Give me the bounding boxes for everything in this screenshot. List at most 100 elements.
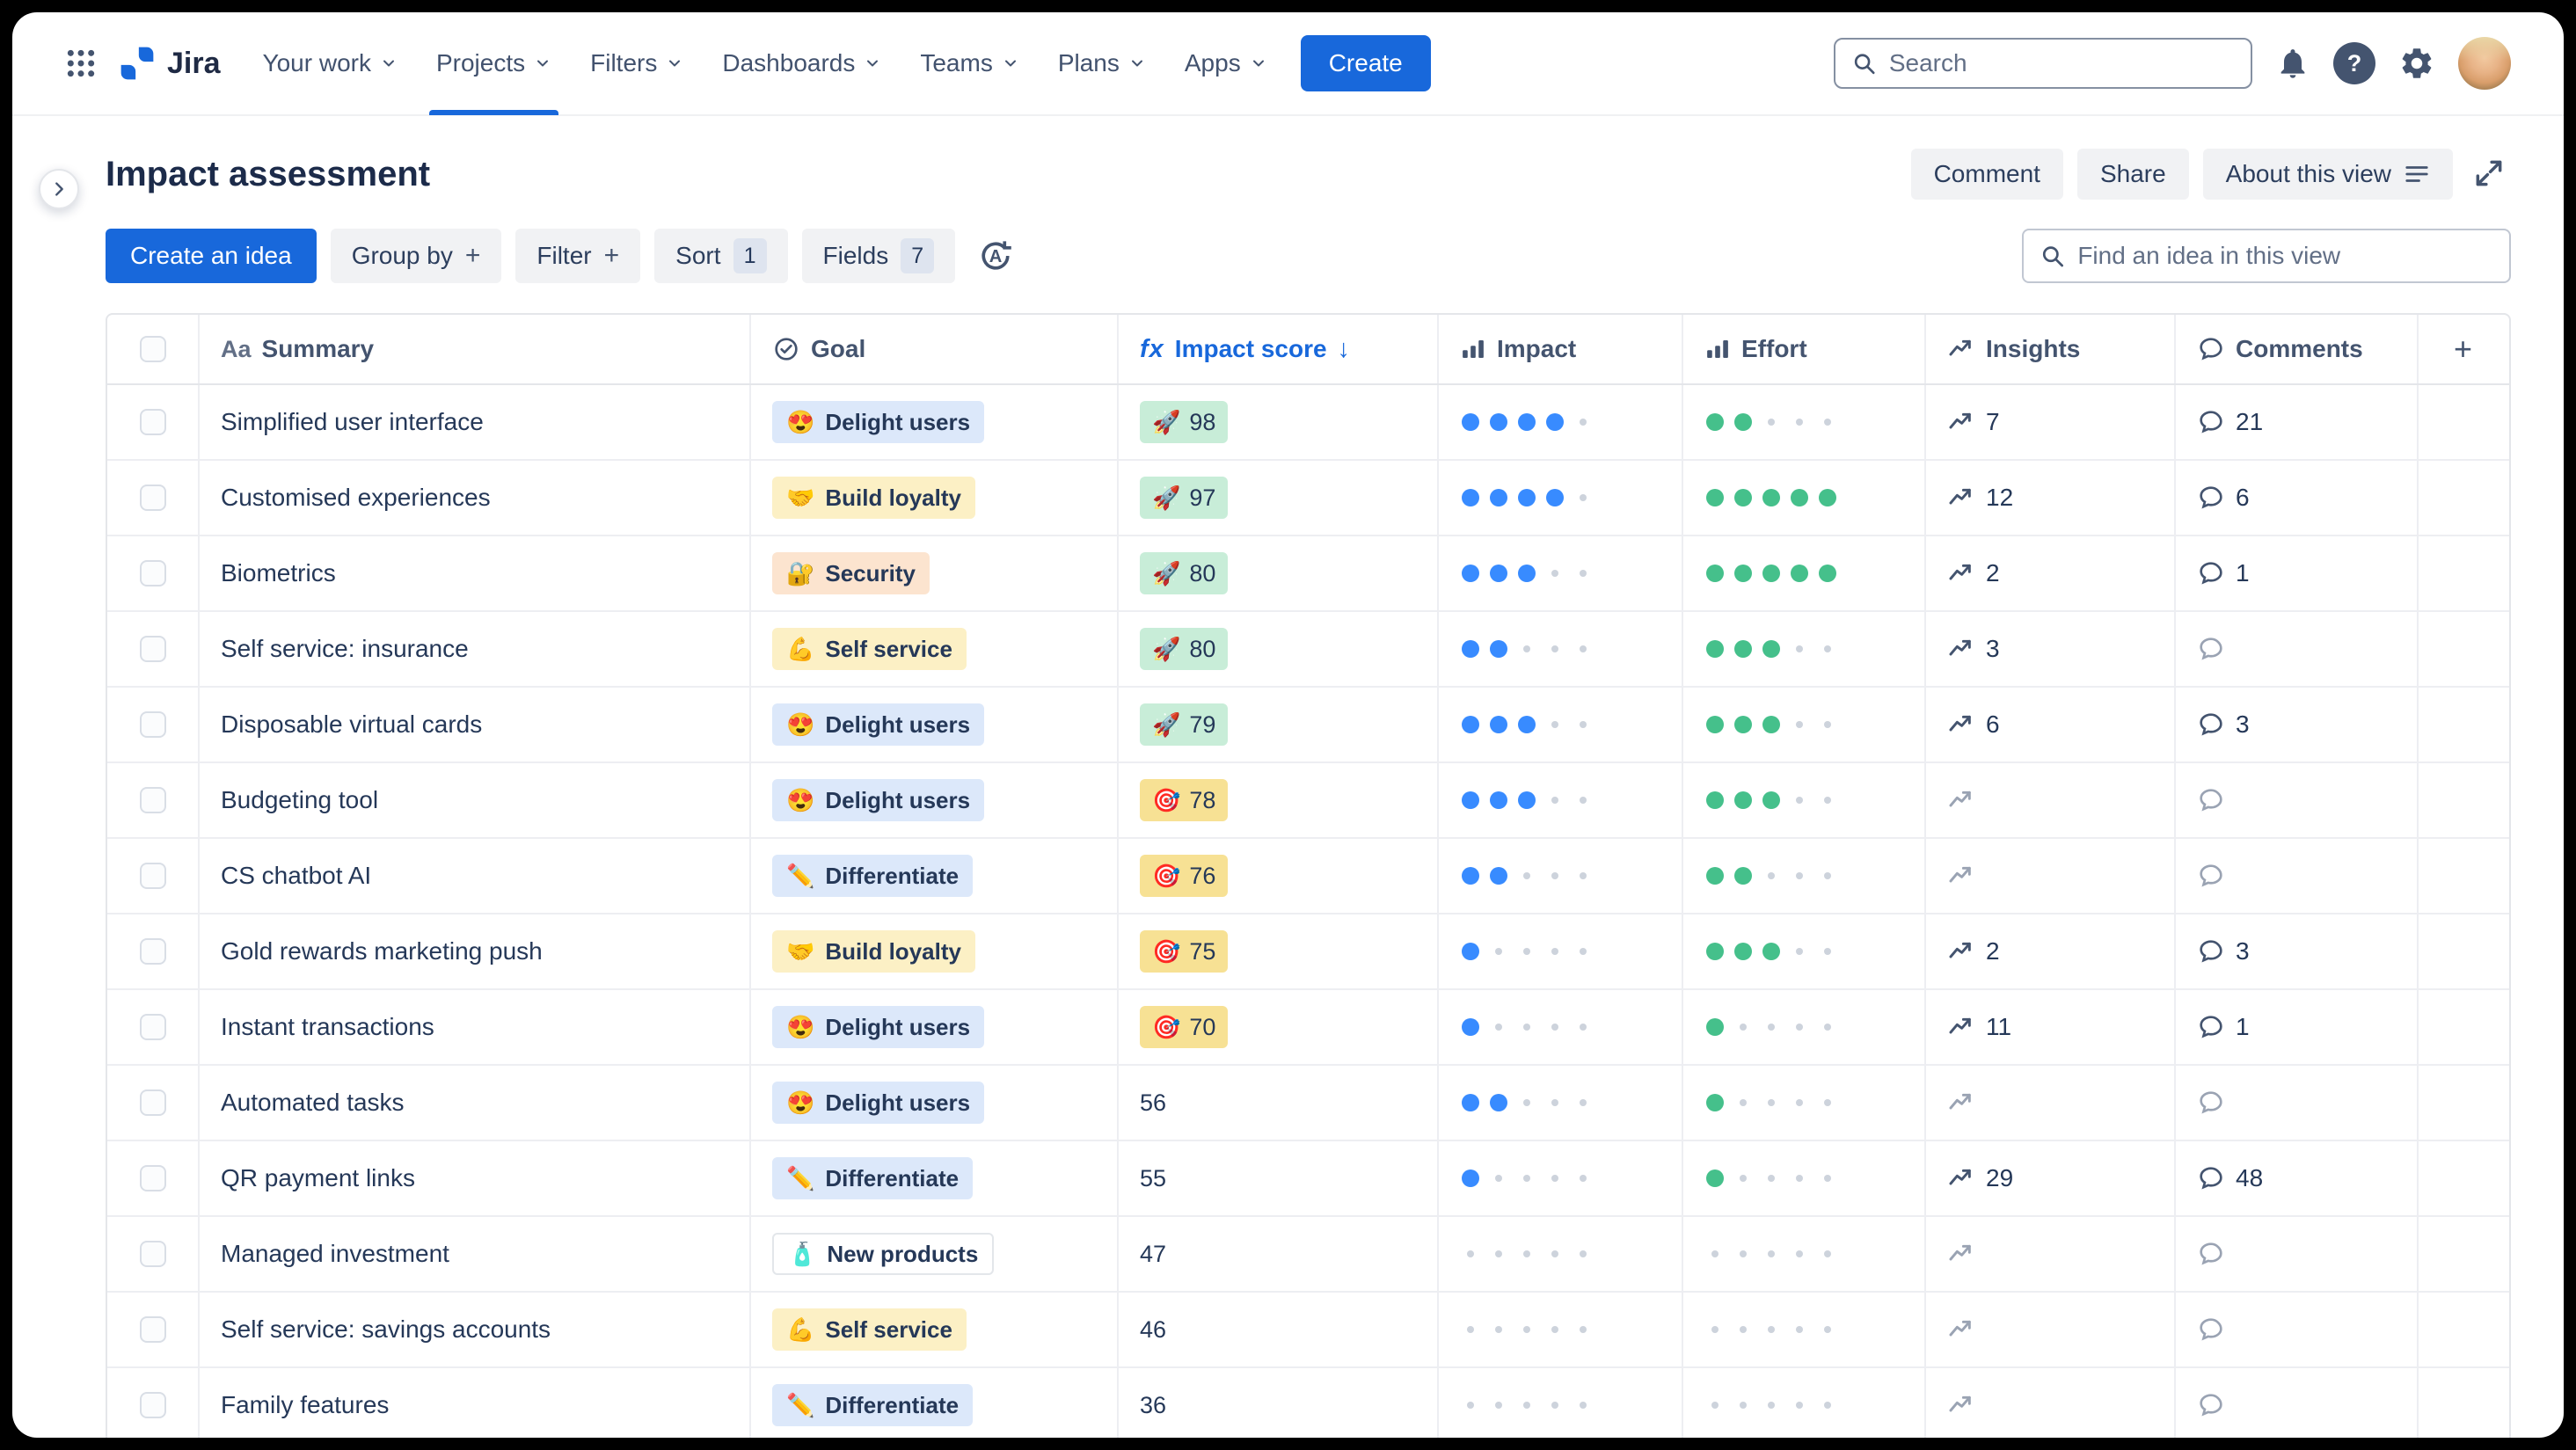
row-checkbox[interactable] <box>139 1392 166 1418</box>
rating-dot-empty[interactable] <box>1789 638 1810 659</box>
table-row[interactable]: Budgeting tool 😍 Delight users 🎯 78 <box>107 763 2509 839</box>
nav-item-plans[interactable]: Plans <box>1039 12 1165 115</box>
rating-dot-filled[interactable] <box>1789 563 1810 584</box>
goal-cell[interactable]: 😍 Delight users <box>751 688 1119 761</box>
rating-dot-empty[interactable] <box>1488 1319 1509 1340</box>
rating-dot-empty[interactable] <box>1817 412 1838 433</box>
summary-cell[interactable]: Automated tasks <box>200 1066 751 1140</box>
goal-cell[interactable]: 😍 Delight users <box>751 990 1119 1064</box>
global-search-input[interactable] <box>1888 49 2235 77</box>
insights-cell[interactable] <box>1926 1066 2176 1140</box>
rating-dot-empty[interactable] <box>1789 790 1810 811</box>
nav-item-apps[interactable]: Apps <box>1165 12 1287 115</box>
goal-cell[interactable]: ✏️ Differentiate <box>751 839 1119 913</box>
sidebar-expand-button[interactable] <box>39 169 79 209</box>
impact-score-cell[interactable]: 36 <box>1119 1368 1439 1438</box>
goal-cell[interactable]: 🧴 New products <box>751 1217 1119 1291</box>
table-row[interactable]: CS chatbot AI ✏️ Differentiate 🎯 76 <box>107 839 2509 914</box>
rating-dot-filled[interactable] <box>1733 714 1754 735</box>
comments-cell[interactable]: 6 <box>2176 461 2419 535</box>
row-checkbox[interactable] <box>139 560 166 587</box>
rating-dot-empty[interactable] <box>1761 1168 1782 1189</box>
comments-cell[interactable]: 1 <box>2176 990 2419 1064</box>
nav-item-teams[interactable]: Teams <box>901 12 1038 115</box>
rating-dot-empty[interactable] <box>1516 1168 1537 1189</box>
rating-dot-empty[interactable] <box>1573 563 1594 584</box>
impact-score-cell[interactable]: 🚀 79 <box>1119 688 1439 761</box>
rating-dot-empty[interactable] <box>1544 790 1565 811</box>
rating-dot-filled[interactable] <box>1516 412 1537 433</box>
rating-dot-empty[interactable] <box>1544 638 1565 659</box>
table-row[interactable]: Simplified user interface 😍 Delight user… <box>107 385 2509 461</box>
comments-cell[interactable]: 1 <box>2176 536 2419 610</box>
rating-dot-filled[interactable] <box>1817 487 1838 508</box>
goal-cell[interactable]: 😍 Delight users <box>751 1066 1119 1140</box>
rating-dot-filled[interactable] <box>1704 714 1726 735</box>
rating-dot-filled[interactable] <box>1460 1168 1481 1189</box>
goal-cell[interactable]: 🔐 Security <box>751 536 1119 610</box>
insights-cell[interactable] <box>1926 763 2176 837</box>
rating-dot-filled[interactable] <box>1733 638 1754 659</box>
effort-rating[interactable] <box>1683 385 1926 459</box>
rating-dot-filled[interactable] <box>1460 1092 1481 1113</box>
rating-dot-filled[interactable] <box>1704 638 1726 659</box>
row-checkbox[interactable] <box>139 485 166 511</box>
comments-cell[interactable] <box>2176 1293 2419 1366</box>
rating-dot-empty[interactable] <box>1817 638 1838 659</box>
rating-dot-filled[interactable] <box>1704 790 1726 811</box>
create-button[interactable]: Create <box>1300 35 1431 91</box>
table-row[interactable]: Biometrics 🔐 Security 🚀 80 2 1 <box>107 536 2509 612</box>
impact-score-cell[interactable]: 🎯 75 <box>1119 914 1439 988</box>
summary-cell[interactable]: QR payment links <box>200 1141 751 1215</box>
rating-dot-empty[interactable] <box>1488 1395 1509 1416</box>
effort-rating[interactable] <box>1683 763 1926 837</box>
goal-cell[interactable]: ✏️ Differentiate <box>751 1141 1119 1215</box>
rating-dot-empty[interactable] <box>1789 1016 1810 1038</box>
rating-dot-empty[interactable] <box>1789 714 1810 735</box>
rating-dot-filled[interactable] <box>1460 941 1481 962</box>
column-insights[interactable]: Insights <box>1926 315 2176 383</box>
comments-cell[interactable] <box>2176 763 2419 837</box>
rating-dot-filled[interactable] <box>1460 714 1481 735</box>
table-row[interactable]: Self service: savings accounts 💪 Self se… <box>107 1293 2509 1368</box>
effort-rating[interactable] <box>1683 1293 1926 1366</box>
rating-dot-empty[interactable] <box>1733 1168 1754 1189</box>
rating-dot-empty[interactable] <box>1817 865 1838 886</box>
rating-dot-empty[interactable] <box>1789 865 1810 886</box>
summary-cell[interactable]: Family features <box>200 1368 751 1438</box>
comments-cell[interactable]: 21 <box>2176 385 2419 459</box>
rating-dot-empty[interactable] <box>1516 865 1537 886</box>
impact-rating[interactable] <box>1439 1368 1683 1438</box>
settings-gear-icon[interactable] <box>2398 45 2435 82</box>
insights-cell[interactable]: 7 <box>1926 385 2176 459</box>
row-checkbox[interactable] <box>139 863 166 889</box>
rating-dot-empty[interactable] <box>1761 1016 1782 1038</box>
rating-dot-empty[interactable] <box>1789 1243 1810 1264</box>
rating-dot-empty[interactable] <box>1817 1092 1838 1113</box>
rating-dot-filled[interactable] <box>1460 563 1481 584</box>
rating-dot-empty[interactable] <box>1761 865 1782 886</box>
rating-dot-filled[interactable] <box>1733 563 1754 584</box>
insights-cell[interactable]: 2 <box>1926 914 2176 988</box>
rating-dot-filled[interactable] <box>1704 865 1726 886</box>
table-row[interactable]: QR payment links ✏️ Differentiate 55 29 <box>107 1141 2509 1217</box>
rating-dot-filled[interactable] <box>1460 865 1481 886</box>
find-idea-search[interactable] <box>2022 229 2511 283</box>
row-checkbox[interactable] <box>139 787 166 813</box>
goal-cell[interactable]: 💪 Self service <box>751 1293 1119 1366</box>
row-checkbox[interactable] <box>139 1241 166 1267</box>
rating-dot-filled[interactable] <box>1488 865 1509 886</box>
column-summary[interactable]: Aa Summary <box>200 315 751 383</box>
rating-dot-empty[interactable] <box>1733 1395 1754 1416</box>
rating-dot-filled[interactable] <box>1761 941 1782 962</box>
effort-rating[interactable] <box>1683 1217 1926 1291</box>
insights-cell[interactable] <box>1926 1217 2176 1291</box>
rating-dot-filled[interactable] <box>1488 487 1509 508</box>
insights-cell[interactable]: 6 <box>1926 688 2176 761</box>
rating-dot-empty[interactable] <box>1704 1319 1726 1340</box>
goal-cell[interactable]: 😍 Delight users <box>751 385 1119 459</box>
rating-dot-filled[interactable] <box>1516 790 1537 811</box>
goal-cell[interactable]: ✏️ Differentiate <box>751 1368 1119 1438</box>
translate-refresh-icon[interactable]: A <box>969 229 1022 283</box>
summary-cell[interactable]: Instant transactions <box>200 990 751 1064</box>
